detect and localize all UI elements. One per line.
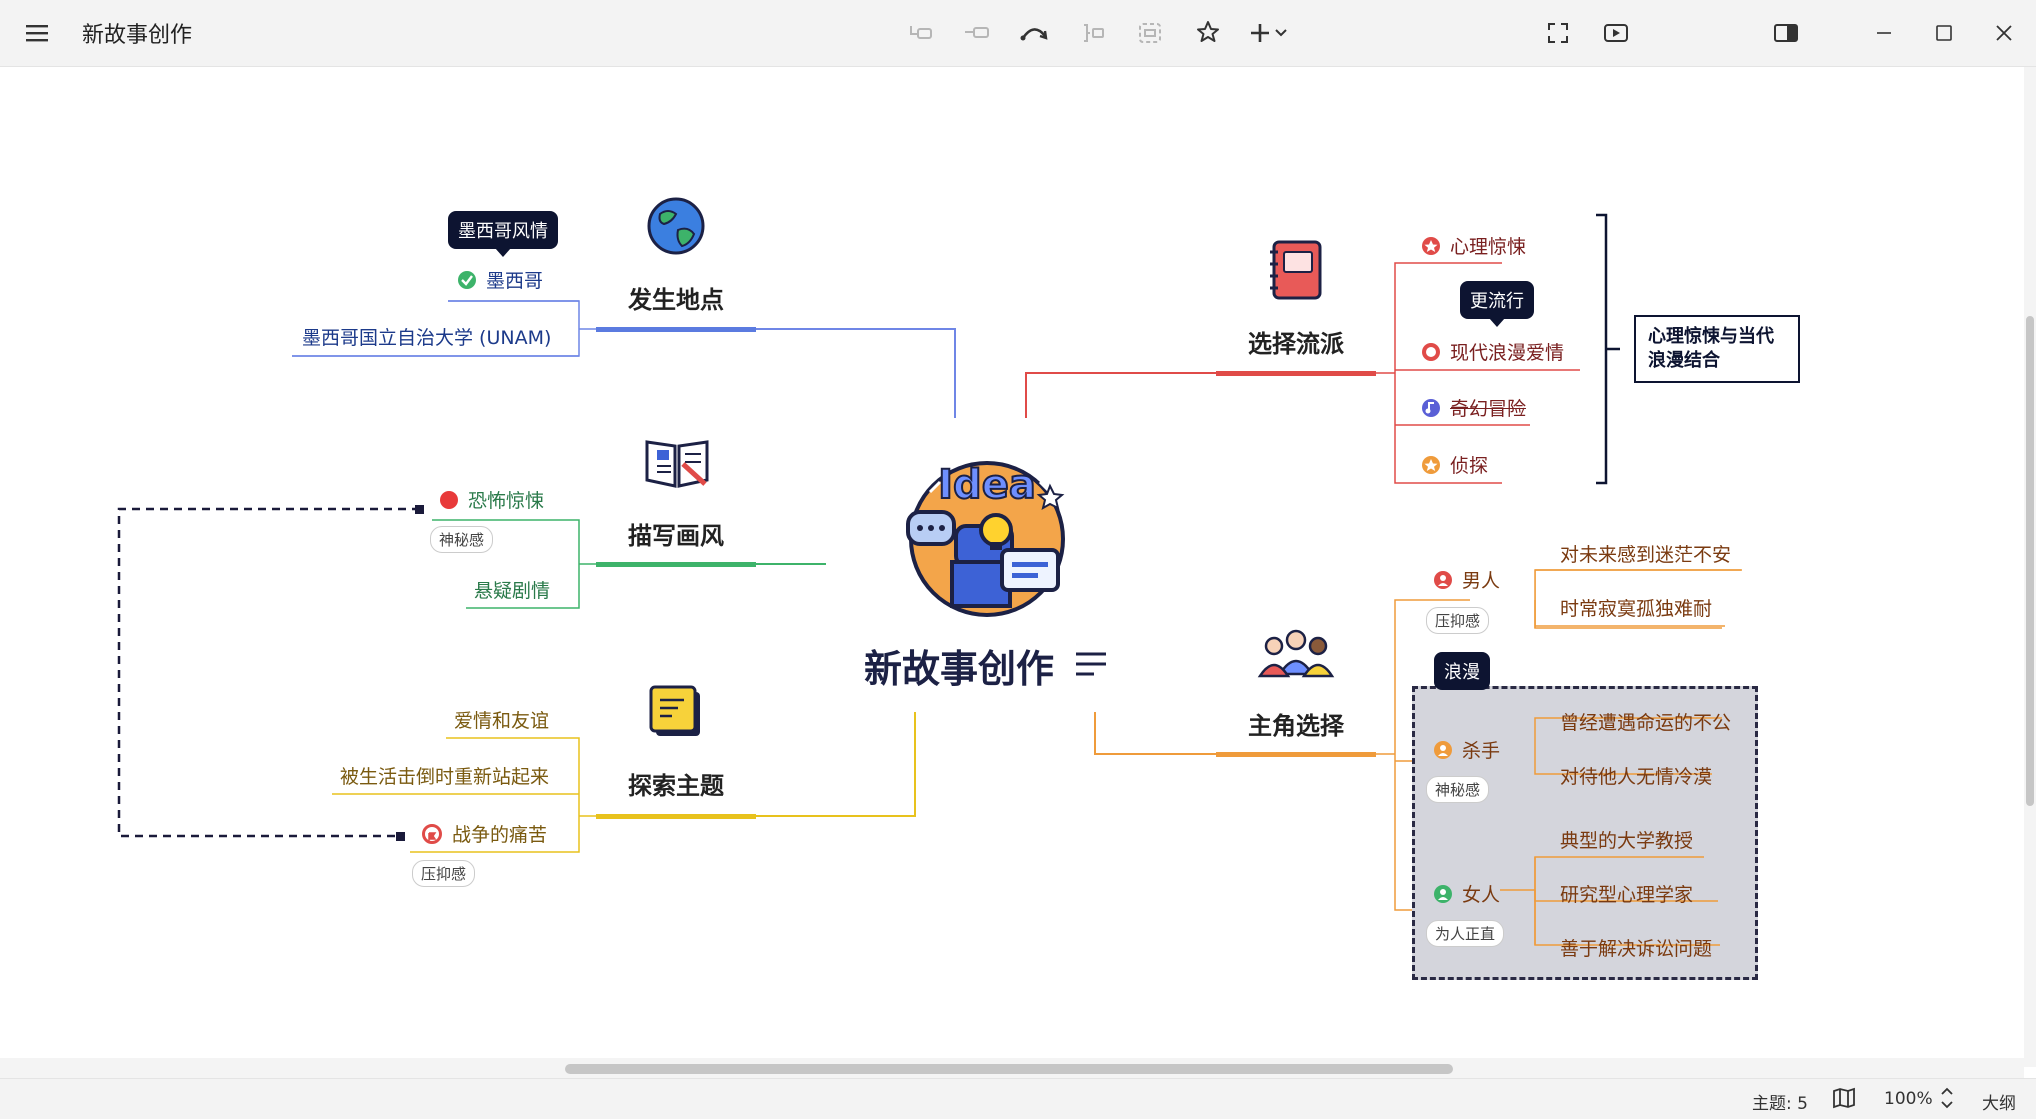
label-man-oppressive[interactable]: 压抑感 (1426, 607, 1490, 634)
book-icon (643, 434, 711, 494)
sticky-note-icon (648, 684, 704, 744)
summary-topic[interactable]: 心理惊悚与当代浪漫结合 (1634, 315, 1800, 383)
subtopic-modern-romance[interactable]: 现代浪漫爱情 (1422, 338, 1564, 365)
topic-location[interactable]: 发生地点 (628, 280, 724, 315)
subtopic-woman[interactable]: 女人 (1434, 880, 1500, 907)
man-connectors (1535, 569, 1741, 627)
subtopic-horror-thriller[interactable]: 恐怖惊悚 (440, 486, 544, 513)
subtopic-man[interactable]: 男人 (1434, 566, 1500, 593)
woman-trait-1[interactable]: 典型的大学教授 (1560, 826, 1693, 853)
person-orange-icon (1434, 740, 1452, 759)
topic-genre[interactable]: 选择流派 (1248, 324, 1344, 359)
horizontal-scroll-thumb[interactable] (565, 1064, 1453, 1074)
check-icon (458, 270, 476, 289)
label-oppressive[interactable]: 压抑感 (412, 860, 476, 887)
subtopic-killer[interactable]: 杀手 (1434, 736, 1500, 763)
zoom-stepper-icon[interactable] (1940, 1085, 1954, 1116)
star-orange-icon (1422, 455, 1440, 474)
boundary-label[interactable]: 浪漫 (1434, 652, 1490, 690)
subtopic-suspense[interactable]: 悬疑剧情 (474, 576, 550, 603)
subtopic-fantasy-adventure[interactable]: 奇幻冒险 (1422, 394, 1526, 421)
callout-more-popular[interactable]: 更流行 (1460, 281, 1534, 327)
central-topic-title[interactable]: 新故事创作 (864, 638, 1054, 693)
central-topic-image[interactable]: Idea (900, 452, 1074, 626)
woman-trait-3[interactable]: 善于解决诉讼问题 (1560, 934, 1712, 961)
subtopic-war-pain[interactable]: 战争的痛苦 (422, 820, 547, 847)
label-woman-upright[interactable]: 为人正直 (1426, 920, 1505, 947)
notebook-icon (1266, 238, 1326, 306)
woman-trait-2[interactable]: 研究型心理学家 (1560, 880, 1693, 907)
star-icon (1422, 236, 1440, 255)
status-bar: 主题: 5 100% 大纲 (0, 1078, 2036, 1119)
topic-theme[interactable]: 探索主题 (628, 766, 724, 801)
subtopic-detective[interactable]: 侦探 (1422, 451, 1488, 478)
vertical-scroll-thumb[interactable] (2026, 316, 2034, 806)
person-green-icon (1434, 884, 1452, 903)
topic-protagonist[interactable]: 主角选择 (1248, 706, 1344, 741)
killer-trait-2[interactable]: 对待他人无情冷漠 (1560, 762, 1712, 789)
label-mystery[interactable]: 神秘感 (430, 526, 494, 553)
label-killer-mystery[interactable]: 神秘感 (1426, 776, 1490, 803)
subtopic-unam[interactable]: 墨西哥国立自治大学 (UNAM) (302, 323, 551, 350)
topic-count: 主题: 5 (1752, 1094, 1808, 1114)
topic-style[interactable]: 描写画风 (628, 516, 724, 551)
red-dot-icon (440, 490, 458, 509)
outline-button[interactable]: 大纲 (1982, 1089, 2016, 1114)
notes-icon[interactable] (1074, 650, 1108, 682)
subtopic-love-friendship[interactable]: 爱情和友谊 (454, 706, 549, 733)
people-icon (1256, 626, 1336, 682)
subtopic-stand-up-again[interactable]: 被生活击倒时重新站起来 (340, 762, 549, 789)
idea-text: Idea (938, 462, 1036, 508)
person-red-icon (1434, 570, 1452, 589)
zoom-level[interactable]: 100% (1884, 1089, 1933, 1109)
callout-mexico-style[interactable]: 墨西哥风情 (448, 211, 558, 257)
flag-icon (422, 823, 442, 844)
killer-trait-1[interactable]: 曾经遭遇命运的不公 (1560, 708, 1731, 735)
heart-icon (1422, 342, 1440, 361)
music-icon (1422, 398, 1440, 417)
subtopic-mexico[interactable]: 墨西哥 (458, 266, 543, 293)
map-view-icon[interactable] (1832, 1087, 1856, 1114)
globe-icon (646, 196, 706, 260)
subtopic-psychological-thriller[interactable]: 心理惊悚 (1422, 232, 1526, 259)
